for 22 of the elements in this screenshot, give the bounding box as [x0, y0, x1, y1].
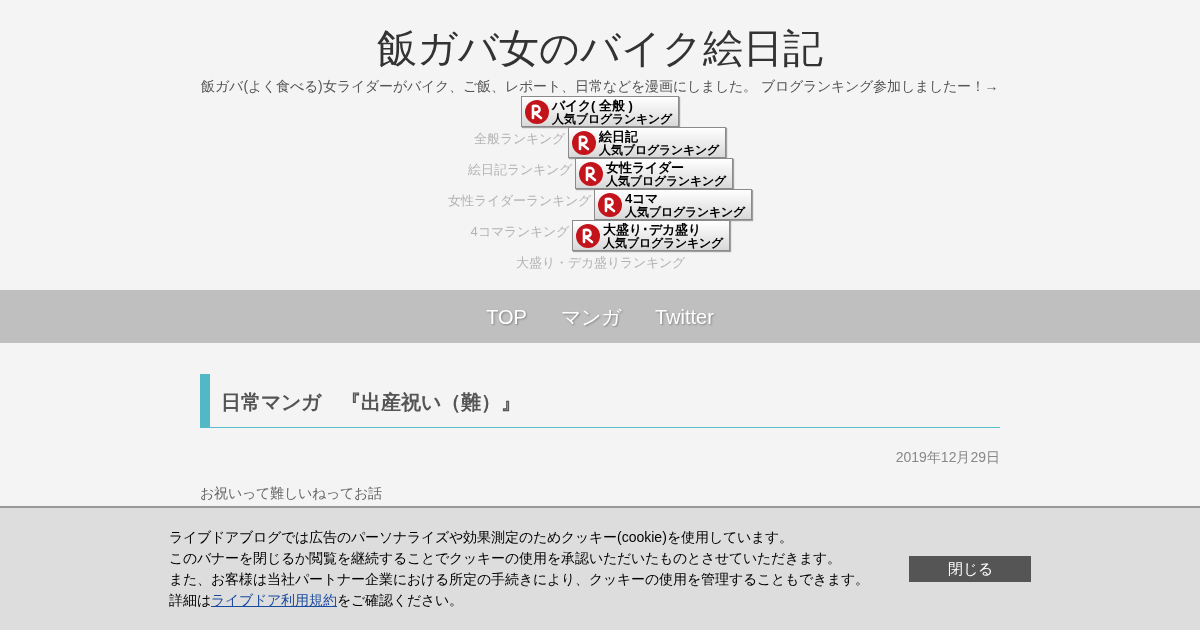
close-button[interactable]: 閉じる	[909, 556, 1031, 582]
cookie-notice: ライブドアブログでは広告のパーソナライズや効果測定のためクッキー(cookie)を使用しています。 このバナーを閉じるか閲覧を継続することでクッキーの使用を承認いただいたものとさせていただきます。 また、お客様は当社パートナー企業における所定の手続きにより、クッキーの使用を管理することもできます。 詳細はライブドア利用規約をご確認ください。	[169, 528, 870, 610]
article-title: 日常マンガ 『出産祝い（難）』	[200, 374, 1000, 428]
terms-link[interactable]: ライブドア利用規約	[211, 592, 337, 608]
ranking-logo-icon	[525, 99, 549, 124]
ranking-banner[interactable]: 大盛り･デカ盛り 人気ブログランキング	[571, 220, 730, 251]
ranking-logo-icon	[598, 192, 622, 217]
ranking-banner[interactable]: 絵日記 人気ブログランキング	[568, 127, 726, 158]
article-body: お祝いって難しいねってお話	[200, 485, 383, 501]
blog-description: 飯ガバ(よく食べる)女ライダーがバイク、ご飯、レポート、日常などを漫画にしました。 ブログランキング参加しましたー！→	[201, 77, 999, 96]
ranking-caption: 全般ランキング	[474, 130, 565, 148]
ranking-caption: 絵日記ランキング	[467, 161, 572, 179]
blog-title[interactable]: 飯ガバ女のバイク絵日記	[377, 24, 823, 72]
ranking-logo-icon	[578, 161, 603, 186]
ranking-logo-icon	[572, 130, 596, 155]
article-date: 2019年12月29日	[895, 448, 1000, 467]
ranking-banner[interactable]: 4コマ 人気ブログランキング	[594, 189, 752, 220]
ranking-logo-icon	[575, 223, 600, 248]
ranking-caption: 4コマランキング	[470, 223, 569, 241]
ranking-caption: 大盛り・デカ盛りランキング	[515, 254, 685, 272]
ranking-banner[interactable]: 女性ライダー 人気ブログランキング	[574, 158, 733, 189]
ranking-banner[interactable]: バイク( 全般 ) 人気ブログランキング	[521, 96, 679, 127]
